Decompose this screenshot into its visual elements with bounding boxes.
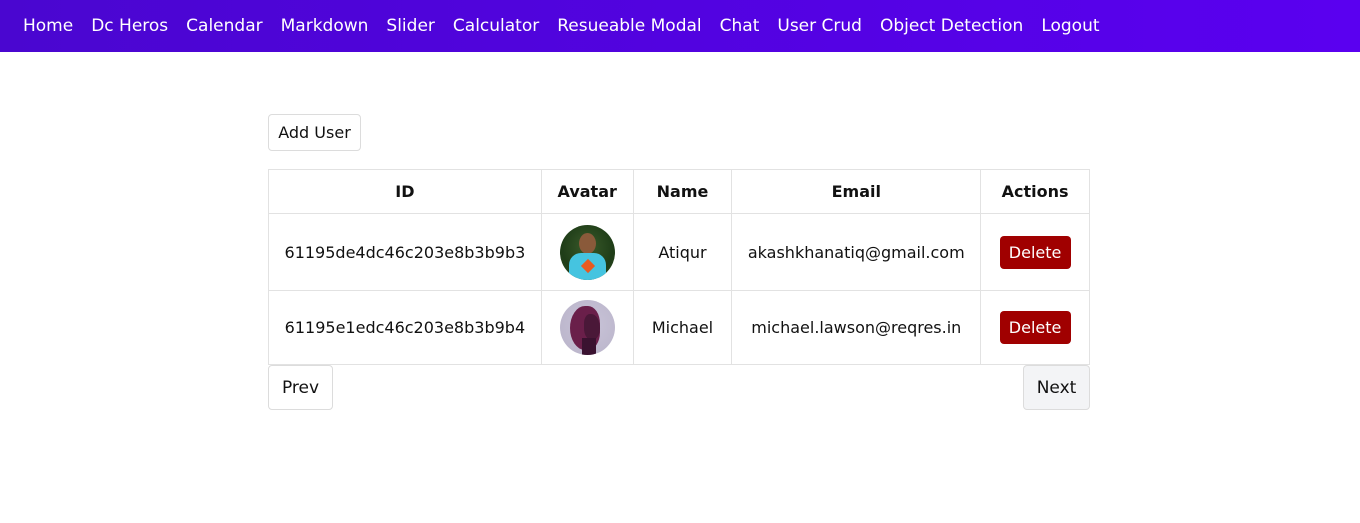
nav-link-resueable-modal[interactable]: Resueable Modal	[548, 0, 710, 52]
nav-link-calculator[interactable]: Calculator	[444, 0, 548, 52]
nav-link-slider[interactable]: Slider	[377, 0, 443, 52]
column-header-avatar: Avatar	[540, 169, 634, 214]
nav-link-logout[interactable]: Logout	[1032, 0, 1108, 52]
cell-name: Atiqur	[632, 213, 733, 291]
cell-avatar	[540, 290, 634, 365]
cell-id: 61195de4dc46c203e8b3b9b3	[268, 213, 542, 291]
prev-page-button[interactable]: Prev	[268, 365, 333, 410]
nav-link-markdown[interactable]: Markdown	[272, 0, 378, 52]
nav-link-user-crud[interactable]: User Crud	[768, 0, 871, 52]
cell-name: Michael	[632, 290, 733, 365]
column-header-email: Email	[731, 169, 982, 214]
delete-button[interactable]: Delete	[999, 311, 1071, 344]
column-header-name: Name	[632, 169, 733, 214]
user-photo-avatar	[559, 300, 615, 355]
cell-avatar	[540, 213, 634, 291]
table-header-row: ID Avatar Name Email Actions	[268, 169, 1090, 214]
nav-link-dc-heros[interactable]: Dc Heros	[82, 0, 177, 52]
column-header-id: ID	[268, 169, 542, 214]
column-header-actions: Actions	[980, 169, 1090, 214]
add-user-button[interactable]: Add User	[268, 114, 361, 151]
nav-link-object-detection[interactable]: Object Detection	[871, 0, 1032, 52]
nav-link-chat[interactable]: Chat	[711, 0, 769, 52]
cell-actions: Delete	[980, 213, 1090, 291]
next-page-button[interactable]: Next	[1023, 365, 1090, 410]
user-photo-avatar	[559, 224, 615, 280]
cell-actions: Delete	[980, 290, 1090, 365]
delete-button[interactable]: Delete	[999, 235, 1071, 269]
cell-email: michael.lawson@reqres.in	[731, 290, 982, 365]
nav-link-home[interactable]: Home	[14, 0, 82, 52]
table-row: 61195de4dc46c203e8b3b9b3 Atiqur akashkha…	[268, 213, 1090, 291]
users-table: ID Avatar Name Email Actions 61195de4dc4…	[268, 169, 1090, 365]
top-navbar: Home Dc Heros Calendar Markdown Slider C…	[0, 0, 1360, 52]
table-row: 61195e1edc46c203e8b3b9b4 Michael michael…	[268, 290, 1090, 365]
cell-email: akashkhanatiq@gmail.com	[731, 213, 982, 291]
nav-link-calendar[interactable]: Calendar	[177, 0, 271, 52]
cell-id: 61195e1edc46c203e8b3b9b4	[268, 290, 542, 365]
